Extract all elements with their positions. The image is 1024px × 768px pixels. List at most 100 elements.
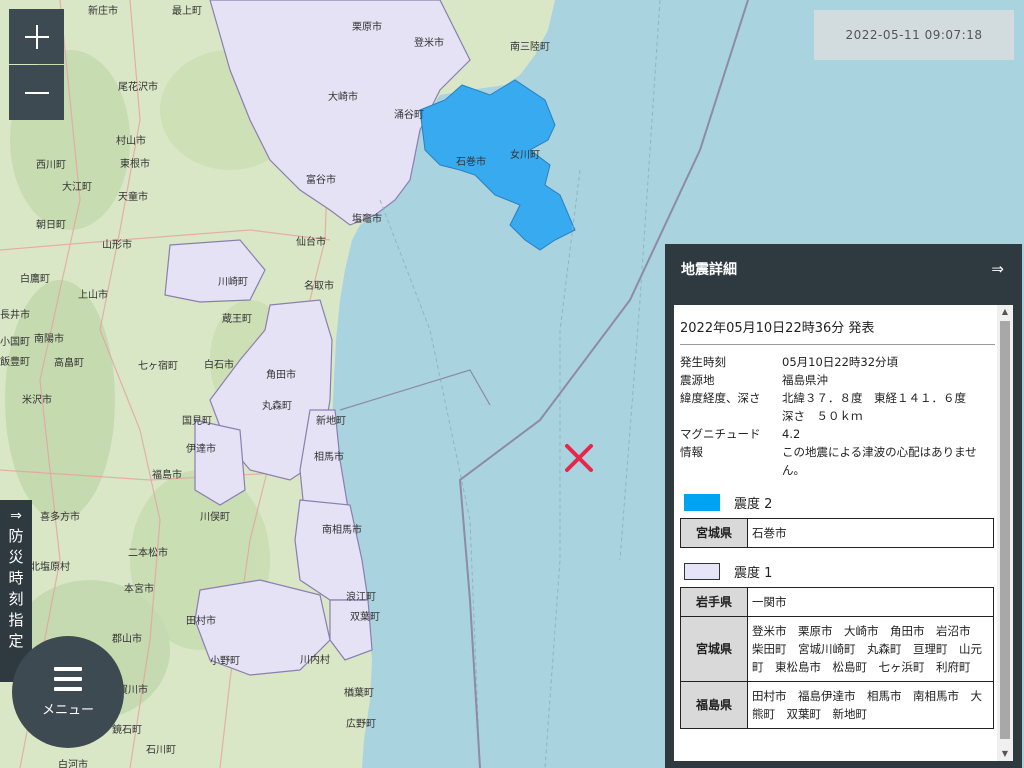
city-label-yamagata: 山形市 — [102, 238, 132, 251]
city-label-minamisoma: 南相馬市 — [322, 523, 362, 536]
city-label-shirataka: 白鷹町 — [20, 272, 50, 285]
table-row: 宮城県 登米市 栗原市 大崎市 角田市 岩沼市 柴田町 宮城川崎町 丸森町 亘理町… — [680, 616, 994, 682]
panel-close-arrow-icon[interactable]: ⇒ — [991, 260, 1004, 278]
city-label-tomiya: 富谷市 — [306, 173, 336, 186]
city-label-sakata_iide: 飯豊町 — [0, 355, 30, 368]
city-label-shichikashuku: 七ヶ宿町 — [138, 359, 178, 372]
prefecture-cell: 福島県 — [680, 681, 748, 729]
city-label-shinchi: 新地町 — [316, 414, 346, 427]
panel-scrollbar[interactable]: ▲ ▼ — [997, 305, 1013, 761]
city-label-obanazawa: 尾花沢市 — [118, 80, 158, 93]
city-label-date: 伊達市 — [186, 442, 216, 455]
plus-icon — [24, 24, 49, 49]
city-label-onagawa: 女川町 — [510, 148, 540, 161]
city-label-higashine: 東根市 — [120, 157, 150, 170]
zoom-out-button[interactable] — [9, 65, 64, 120]
panel-body[interactable]: 2022年05月10日22時36分 発表 発生時刻 05月10日22時32分頃震源… — [674, 305, 1013, 761]
info-row: 深さ ５０ｋｍ — [680, 407, 995, 425]
city-label-kitashiobara: 北塩原村 — [30, 560, 70, 573]
info-key: 発生時刻 — [680, 355, 726, 369]
city-label-marumori: 丸森町 — [262, 399, 292, 412]
info-key: マグニチュード — [680, 427, 761, 441]
city-label-motomiya: 本宮市 — [124, 582, 154, 595]
info-value: 05月10日22時32分頃 — [782, 355, 899, 369]
menu-button[interactable]: メニュー — [12, 636, 124, 748]
scroll-thumb[interactable] — [1000, 321, 1010, 739]
prefecture-cell: 宮城県 — [680, 616, 748, 682]
city-label-zao: 蔵王町 — [222, 312, 252, 325]
info-key: 情報 — [680, 445, 703, 459]
city-label-kagamiishi: 鏡石町 — [112, 723, 142, 736]
areas-cell: 石巻市 — [747, 518, 994, 548]
info-row: 緯度経度、深さ 北緯３７．８度 東経１４１．６度 — [680, 389, 995, 407]
city-label-fukushima: 福島市 — [152, 468, 182, 481]
city-label-nishikawa: 西川町 — [36, 160, 66, 171]
info-row: 震源地 福島県沖 — [680, 371, 995, 389]
areas-cell: 登米市 栗原市 大崎市 角田市 岩沼市 柴田町 宮城川崎町 丸森町 亘理町 山元… — [747, 616, 994, 682]
areas-cell: 田村市 福島伊達市 相馬市 南相馬市 大熊町 双葉町 新地町 — [747, 681, 994, 729]
city-label-nanyo: 南陽市 — [34, 332, 64, 345]
city-label-futaba: 双葉町 — [350, 610, 380, 623]
city-label-yonezawa: 米沢市 — [22, 393, 52, 406]
city-label-kawauchi: 川内村 — [300, 653, 330, 666]
city-label-kawamata: 川俣町 — [200, 510, 230, 523]
info-row: 情報 この地震による津波の心配はありません。 — [680, 443, 995, 479]
intensity1-legend: 震度 1 — [684, 562, 995, 581]
city-label-tome: 登米市 — [414, 36, 444, 49]
city-label-naraha: 楢葉町 — [344, 686, 374, 699]
intensity1-label: 震度 1 — [734, 566, 773, 581]
city-label-namie: 浪江町 — [346, 590, 376, 603]
city-label-kaminoyama: 上山市 — [78, 288, 108, 301]
city-label-natori: 名取市 — [304, 279, 334, 292]
arrow-right-icon: ⇒ — [10, 508, 22, 524]
info-value: 深さ ５０ｋｍ — [782, 409, 863, 423]
prefecture-cell: 岩手県 — [680, 587, 748, 617]
earthquake-detail-panel: 地震詳細 ⇒ 2022年05月10日22時36分 発表 発生時刻 05月10日22… — [665, 244, 1022, 768]
city-label-oguni: 小国町 — [0, 336, 30, 348]
city-label-shiogama: 塩竈市 — [352, 212, 382, 225]
panel-content: 2022年05月10日22時36分 発表 発生時刻 05月10日22時32分頃震源… — [680, 305, 995, 729]
zoom-in-button[interactable] — [9, 9, 64, 64]
city-label-kakuda: 角田市 — [266, 368, 296, 381]
info-value: 北緯３７．８度 東経１４１．６度 — [782, 391, 966, 405]
areas-cell: 一関市 — [747, 587, 994, 617]
city-label-kitakata_edge: 喜多方市 — [40, 510, 80, 523]
info-list: 発生時刻 05月10日22時32分頃震源地 福島県沖 緯度経度、深さ 北緯３７．８度 東… — [680, 353, 995, 479]
panel-title: 地震詳細 — [681, 262, 737, 278]
city-label-shiroishi: 白石市 — [204, 358, 234, 371]
intensity1-swatch — [684, 563, 720, 580]
table-row: 福島県 田村市 福島伊達市 相馬市 南相馬市 大熊町 双葉町 新地町 — [680, 681, 994, 729]
city-label-ishinomaki: 石巻市 — [456, 155, 486, 168]
prefecture-cell: 宮城県 — [680, 518, 748, 548]
city-label-tamura: 田村市 — [186, 614, 216, 627]
city-label-soma: 相馬市 — [314, 450, 344, 463]
city-label-kurihara: 栗原市 — [352, 20, 382, 33]
hamburger-icon — [54, 666, 82, 691]
city-label-shinjo: 新庄市 — [88, 4, 118, 17]
info-row: 発生時刻 05月10日22時32分頃 — [680, 353, 995, 371]
city-label-nagai: 長井市 — [0, 308, 30, 321]
city-label-ishikawa: 石川町 — [146, 745, 176, 756]
info-key — [680, 407, 782, 425]
city-label-murayama: 村山市 — [116, 134, 146, 147]
city-label-takahata: 高畠町 — [54, 356, 84, 369]
table-row: 岩手県 一関市 — [680, 587, 994, 617]
city-label-hirono: 広野町 — [346, 717, 376, 730]
timestamp: 2022-05-11 09:07:18 — [814, 10, 1014, 60]
city-label-shirakawa_edge: 白河市 — [58, 758, 88, 768]
intensity2-label: 震度 2 — [734, 497, 773, 512]
minus-icon — [24, 91, 49, 94]
scroll-down-icon[interactable]: ▼ — [997, 747, 1013, 761]
announcement-time: 2022年05月10日22時36分 発表 — [680, 305, 995, 345]
city-label-mogami: 最上町 — [172, 5, 202, 17]
city-label-wakuya: 涌谷町 — [394, 109, 424, 121]
intensity2-swatch — [684, 494, 720, 511]
menu-label: メニュー — [41, 702, 94, 718]
intensity1-table: 岩手県 一関市 宮城県 登米市 栗原市 大崎市 角田市 岩沼市 柴田町 宮城川崎町 丸… — [680, 587, 994, 729]
info-key: 震源地 — [680, 373, 715, 387]
city-label-nihonmatsu: 二本松市 — [128, 546, 168, 559]
info-row: マグニチュード 4.2 — [680, 425, 995, 443]
info-value: 4.2 — [782, 427, 801, 441]
intensity2-table: 宮城県 石巻市 — [680, 518, 994, 548]
scroll-up-icon[interactable]: ▲ — [997, 305, 1013, 319]
